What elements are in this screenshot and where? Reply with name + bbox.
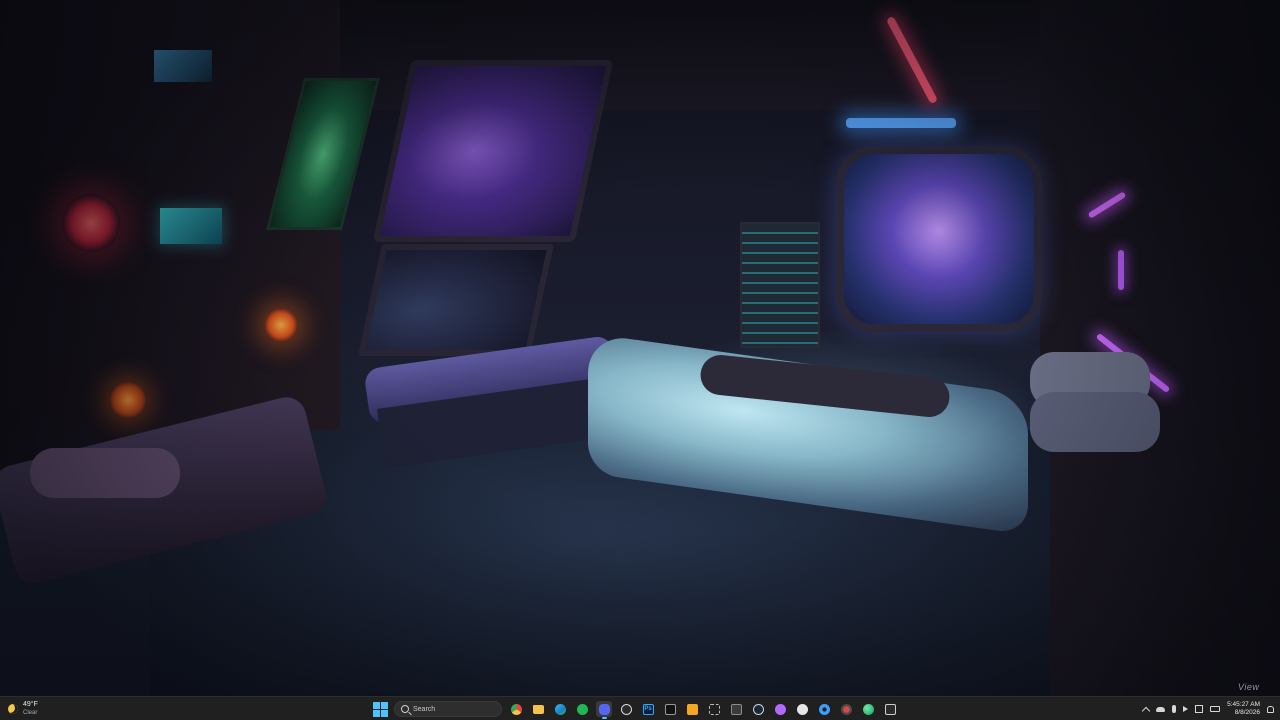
weather-condition: Clear — [23, 710, 38, 716]
chrome-icon[interactable] — [508, 701, 524, 717]
gear-icon[interactable] — [816, 701, 832, 717]
weather-widget[interactable]: 49°F Clear — [8, 699, 38, 719]
chevron-up-icon[interactable] — [1141, 706, 1151, 715]
clock-date: 8/8/2026 — [1234, 709, 1260, 716]
launcher-icon[interactable] — [772, 701, 788, 717]
clock[interactable]: 5:45:27 AM 8/8/2026 — [1227, 701, 1260, 717]
browser-icon[interactable] — [794, 701, 810, 717]
record-icon[interactable] — [838, 701, 854, 717]
vignette — [0, 0, 1280, 696]
steam-icon[interactable] — [750, 701, 766, 717]
desktop-wallpaper — [0, 0, 1280, 696]
bell-icon[interactable] — [1267, 705, 1274, 713]
volume-icon[interactable] — [1183, 706, 1189, 712]
editor-icon[interactable] — [882, 701, 898, 717]
system-tray: 5:45:27 AM 8/8/2026 — [1141, 699, 1274, 719]
weather-temperature: 49°F — [23, 701, 38, 708]
terminal-icon[interactable] — [662, 701, 678, 717]
capture-icon[interactable] — [706, 701, 722, 717]
photoshop-icon[interactable]: Ps — [640, 701, 656, 717]
moon-icon — [8, 704, 18, 714]
notes-icon[interactable] — [684, 701, 700, 717]
battery-icon[interactable] — [1210, 706, 1221, 712]
wallpaper-watermark: View — [1238, 682, 1260, 692]
search-box[interactable]: Search — [394, 701, 502, 717]
obs-icon[interactable] — [618, 701, 634, 717]
discord-icon[interactable] — [596, 701, 612, 719]
search-icon — [401, 705, 409, 713]
taskbar-center: Search Ps — [372, 699, 898, 719]
globe-icon[interactable] — [860, 701, 876, 717]
spotify-icon[interactable] — [574, 701, 590, 717]
clock-time: 5:45:27 AM — [1227, 701, 1260, 708]
microphone-icon[interactable] — [1172, 705, 1177, 713]
edge-icon[interactable] — [552, 701, 568, 717]
folder-icon[interactable] — [530, 701, 546, 717]
network-icon[interactable] — [1195, 705, 1204, 713]
windows-start-icon[interactable] — [372, 701, 388, 717]
app-icon[interactable] — [728, 701, 744, 717]
onedrive-icon[interactable] — [1156, 706, 1166, 712]
taskbar: 49°F Clear Search Ps 5:45:27 AM 8/8/2026 — [0, 696, 1280, 720]
search-placeholder: Search — [413, 705, 436, 713]
